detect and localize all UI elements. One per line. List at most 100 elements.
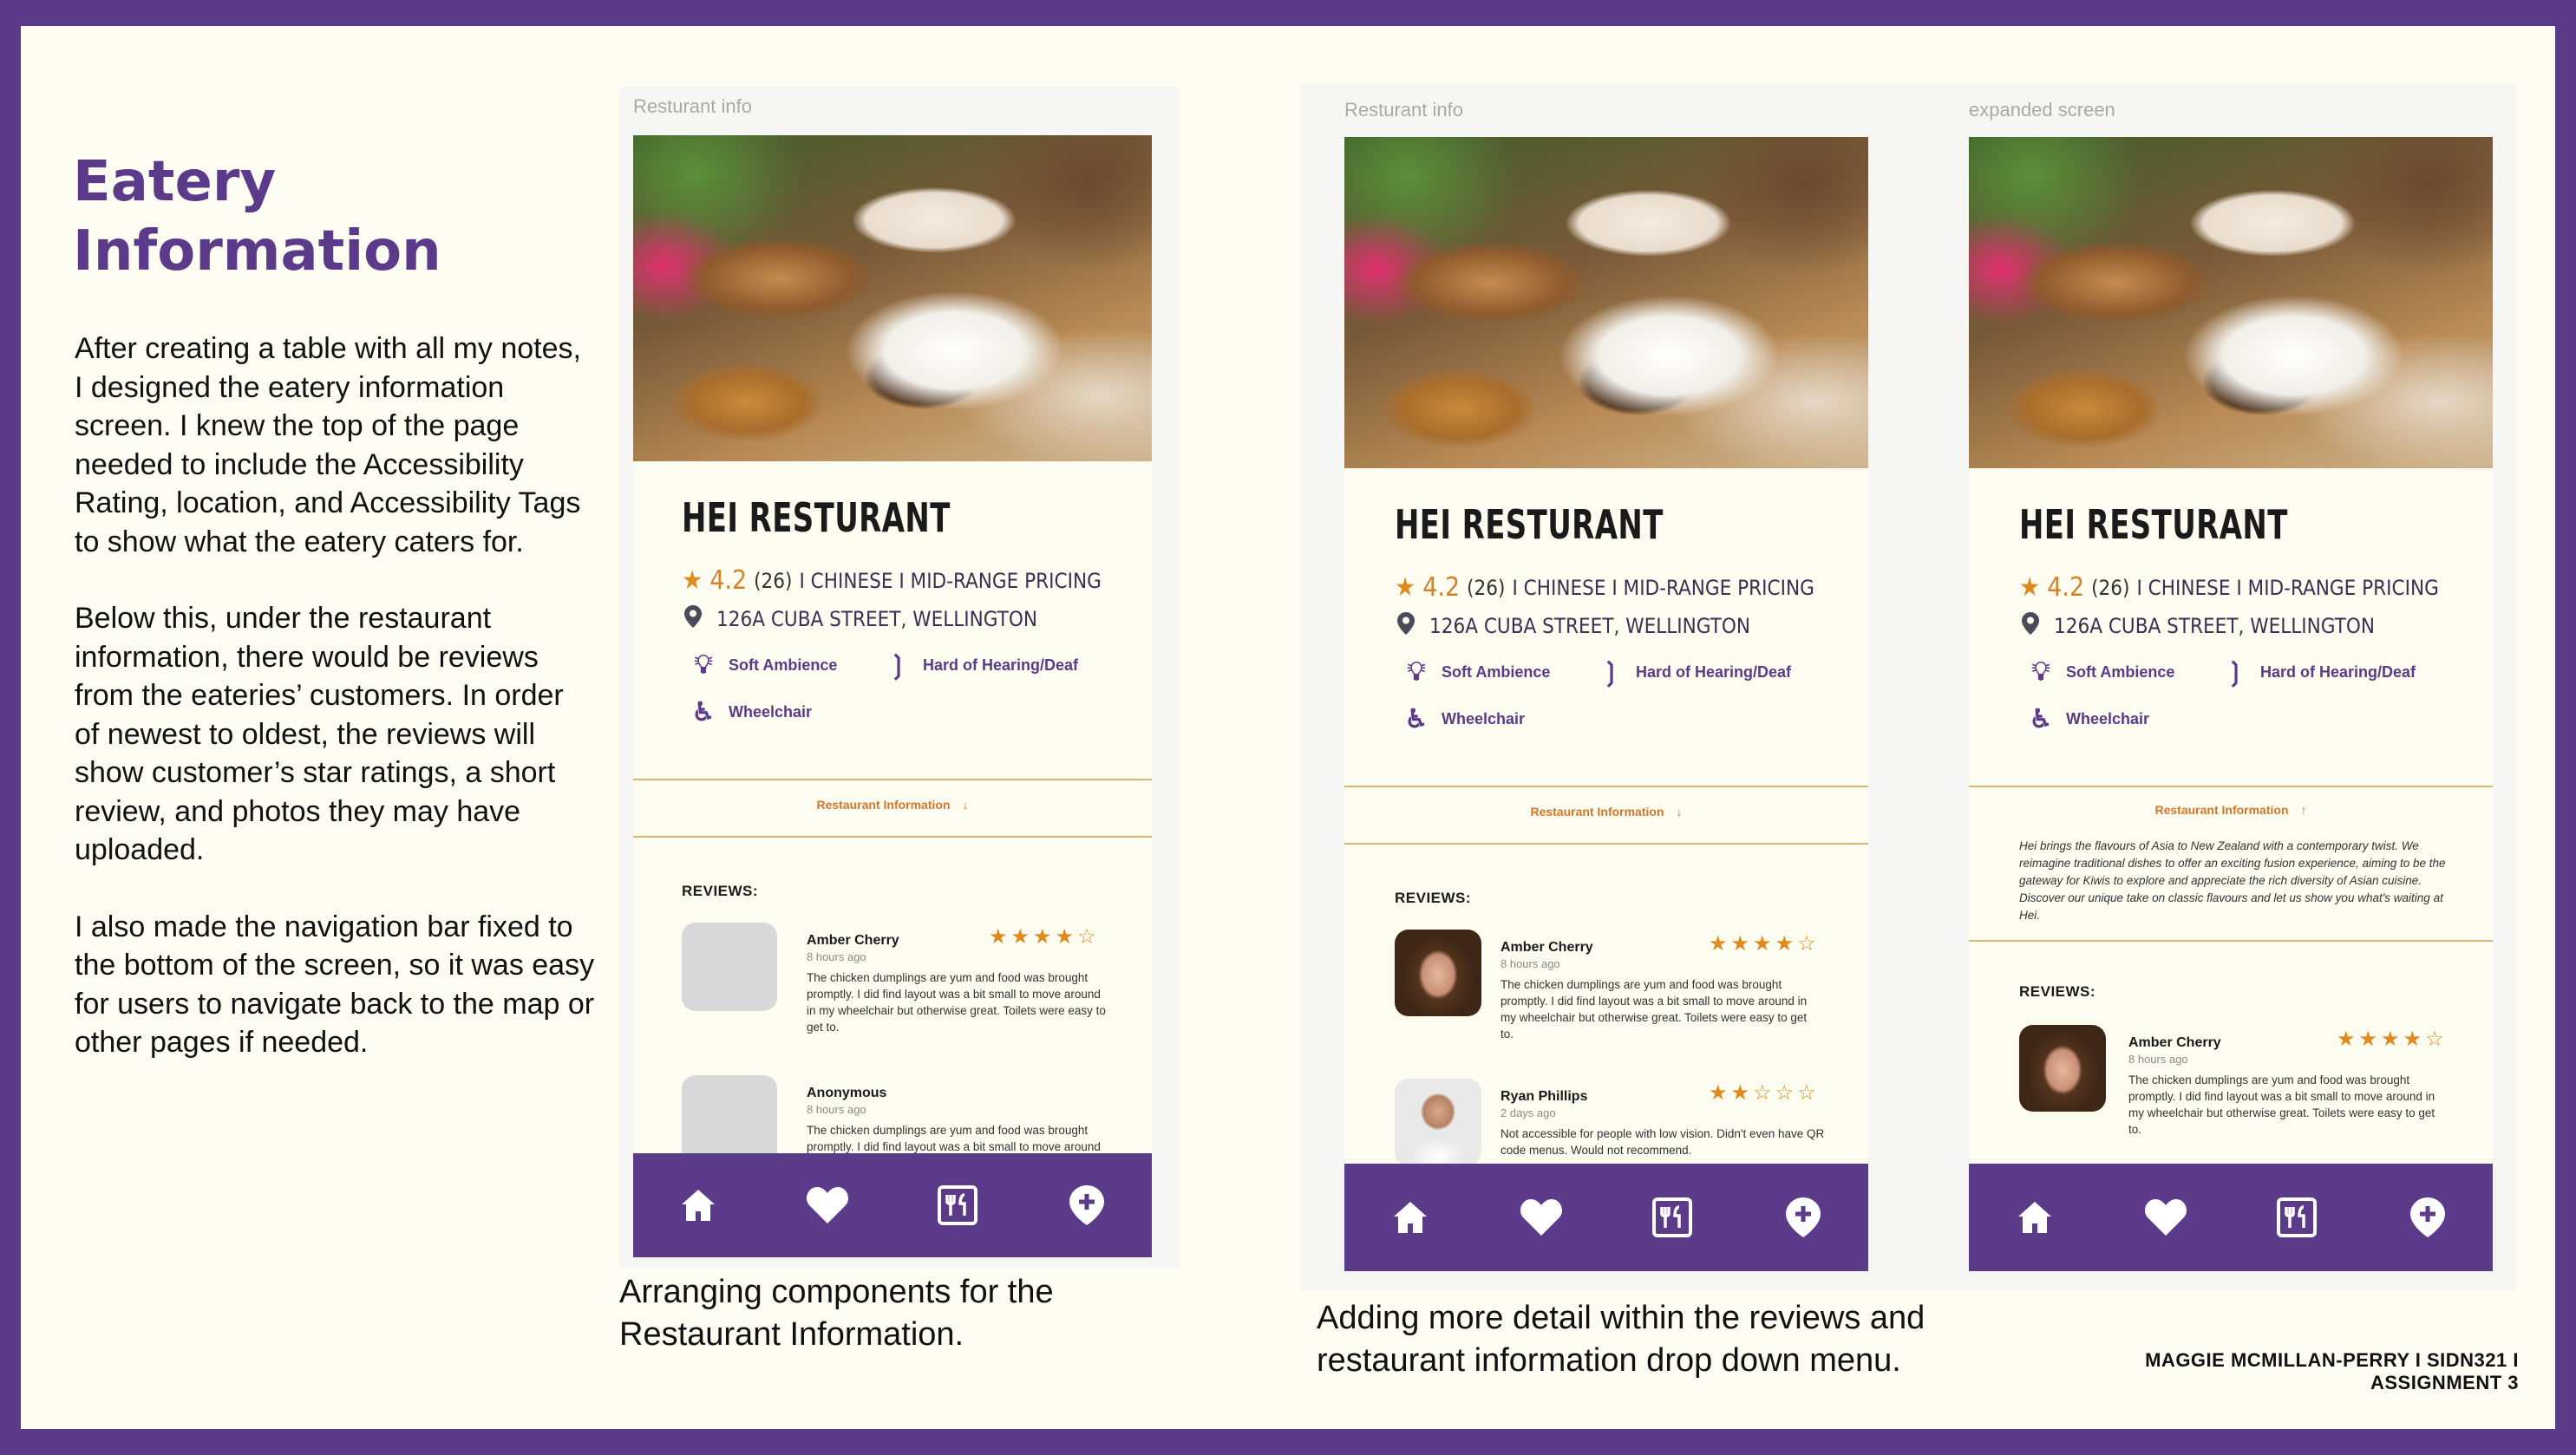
- cuisine-pricing: I CHINESE I MID-RANGE PRICING: [1512, 575, 1814, 600]
- restaurant-name: HEI RESTURANT: [2019, 501, 2288, 548]
- toggle-label: Restaurant Information: [816, 798, 951, 812]
- address-row: 126A CUBA STREET, WELLINGTON: [2021, 611, 2375, 641]
- restaurant-info-toggle[interactable]: Restaurant Information ↓: [633, 798, 1152, 812]
- tag-hearing[interactable]: ❳ Hard of Hearing/Deaf: [885, 650, 1078, 681]
- tag-wheelchair[interactable]: ♿︎ Wheelchair: [690, 697, 812, 728]
- rating-value: 4.2: [1422, 572, 1461, 603]
- restaurant-description: Hei brings the flavours of Asia to New Z…: [2019, 839, 2446, 922]
- star-icon: ★: [2019, 572, 2041, 603]
- heart-icon: [1520, 1199, 1562, 1236]
- caption-line: Adding more detail within the reviews an…: [1317, 1300, 1925, 1336]
- reviews-heading: REVIEWS:: [2019, 983, 2096, 1000]
- tag-wheelchair[interactable]: ♿︎ Wheelchair: [2028, 704, 2149, 734]
- caption-first: Arranging components for the Restaurant …: [619, 1271, 1140, 1356]
- reviewer-avatar[interactable]: [1395, 1079, 1481, 1165]
- review-stars: ★★☆☆☆: [1709, 1081, 1820, 1105]
- reviewer-name: Amber Cherry: [1500, 940, 1593, 955]
- bottom-navigation-bar: [633, 1153, 1152, 1257]
- review-stars: ★★★★☆: [989, 925, 1100, 949]
- nav-favourites[interactable]: [2140, 1191, 2192, 1243]
- tag-hearing[interactable]: ❳ Hard of Hearing/Deaf: [2222, 657, 2416, 688]
- reviewer-name: Amber Cherry: [807, 933, 899, 948]
- tag-label: Soft Ambience: [2066, 662, 2175, 681]
- nav-add-location[interactable]: [1061, 1179, 1113, 1231]
- nav-menu[interactable]: [932, 1179, 984, 1231]
- restaurant-photo: [1969, 137, 2493, 468]
- home-icon: [1393, 1202, 1427, 1233]
- review-text: The chicken dumplings are yum and food w…: [1500, 978, 1808, 1041]
- nav-home[interactable]: [2009, 1191, 2061, 1243]
- reviewer-avatar[interactable]: [2019, 1025, 2106, 1112]
- review-time: 8 hours ago: [807, 1103, 866, 1116]
- cuisine-pricing: I CHINESE I MID-RANGE PRICING: [2136, 575, 2439, 600]
- reviewer-avatar[interactable]: [1395, 930, 1481, 1016]
- caption-line: Arranging components for the: [619, 1274, 1054, 1310]
- tag-label: Soft Ambience: [729, 656, 838, 674]
- caption-second: Adding more detail within the reviews an…: [1317, 1297, 1976, 1382]
- bottom-navigation-bar: [1969, 1164, 2493, 1271]
- caption-line: restaurant information drop down menu.: [1317, 1342, 1901, 1379]
- nav-home[interactable]: [1384, 1191, 1436, 1243]
- phone-screen-expanded: HEI RESTURANT ★ 4.2 (26) I CHINESE I MID…: [1969, 137, 2493, 1271]
- footer-credit: MAGGIE MCMILLAN-PERRY I SIDN321 I ASSIGN…: [2145, 1349, 2519, 1393]
- toggle-label: Restaurant Information: [1530, 805, 1664, 819]
- review-count: (26): [2091, 575, 2130, 600]
- tag-label: Hard of Hearing/Deaf: [1636, 663, 1792, 681]
- tag-label: Hard of Hearing/Deaf: [923, 656, 1079, 674]
- ear-icon: ❳: [2224, 658, 2246, 687]
- rating-value: 4.2: [2047, 572, 2085, 603]
- toggle-label: Restaurant Information: [2154, 803, 2289, 817]
- home-icon: [681, 1190, 715, 1221]
- tag-soft-ambience[interactable]: 💡︎ Soft Ambience: [690, 650, 838, 680]
- lightbulb-icon: 💡︎: [2031, 657, 2050, 686]
- ear-icon: ❳: [1599, 658, 1622, 687]
- nav-menu[interactable]: [2271, 1191, 2323, 1243]
- nav-favourites[interactable]: [1515, 1191, 1567, 1243]
- nav-home[interactable]: [672, 1179, 724, 1231]
- tag-label: Wheelchair: [2066, 710, 2150, 728]
- wheelchair-icon: ♿︎: [2029, 705, 2053, 734]
- paragraph: After creating a table with all my notes…: [75, 332, 581, 558]
- home-icon: [2017, 1202, 2051, 1233]
- menu-icon: [2276, 1197, 2317, 1237]
- tag-label: Soft Ambience: [1442, 662, 1551, 681]
- review-text: The chicken dumplings are yum and food w…: [2128, 1073, 2435, 1136]
- add-location-icon: [1785, 1197, 1821, 1237]
- paragraph: I also made the navigation bar fixed to …: [75, 910, 595, 1060]
- location-pin-icon: [2021, 611, 2040, 641]
- review-photo-placeholder[interactable]: [682, 1075, 777, 1164]
- divider: [633, 836, 1152, 838]
- tag-wheelchair[interactable]: ♿︎ Wheelchair: [1403, 704, 1525, 734]
- tag-soft-ambience[interactable]: 💡︎ Soft Ambience: [1403, 657, 1551, 687]
- paragraph: Below this, under the restaurant informa…: [75, 602, 564, 866]
- slide: Eatery Information After creating a tabl…: [21, 26, 2555, 1429]
- add-location-icon: [1069, 1185, 1105, 1225]
- mockup-frame-group: Resturant info expanded screen HEI RESTU…: [1301, 83, 2515, 1290]
- star-icon: ★: [1395, 572, 1416, 603]
- divider: [1969, 940, 2493, 942]
- location-pin-icon: [1396, 611, 1415, 641]
- review-stars: ★★★★☆: [1709, 932, 1820, 956]
- tag-label: Wheelchair: [1442, 710, 1526, 728]
- bottom-navigation-bar: [1344, 1164, 1868, 1271]
- star-icon: ★: [682, 565, 703, 596]
- address-row: 126A CUBA STREET, WELLINGTON: [1396, 611, 1750, 641]
- nav-add-location[interactable]: [2402, 1191, 2454, 1243]
- restaurant-info-toggle[interactable]: Restaurant Information ↓: [1344, 805, 1868, 819]
- page-title: Eatery Information: [73, 150, 441, 284]
- tag-hearing[interactable]: ❳ Hard of Hearing/Deaf: [1598, 657, 1791, 688]
- nav-menu[interactable]: [1646, 1191, 1698, 1243]
- review-photo-placeholder[interactable]: [682, 923, 777, 1011]
- lightbulb-icon: 💡︎: [694, 650, 713, 679]
- nav-add-location[interactable]: [1777, 1191, 1829, 1243]
- review-stars: ★★★★☆: [2337, 1028, 2448, 1051]
- frame-label: expanded screen: [1969, 99, 2115, 121]
- review-time: 8 hours ago: [807, 950, 866, 963]
- tag-soft-ambience[interactable]: 💡︎ Soft Ambience: [2028, 657, 2175, 687]
- review-count: (26): [1467, 575, 1506, 600]
- restaurant-name: HEI RESTURANT: [1395, 501, 1664, 548]
- review-time: 8 hours ago: [1500, 957, 1560, 970]
- nav-favourites[interactable]: [801, 1179, 853, 1231]
- restaurant-info-toggle[interactable]: Restaurant Information ↑: [1969, 803, 2493, 817]
- address: 126A CUBA STREET, WELLINGTON: [1429, 614, 1750, 638]
